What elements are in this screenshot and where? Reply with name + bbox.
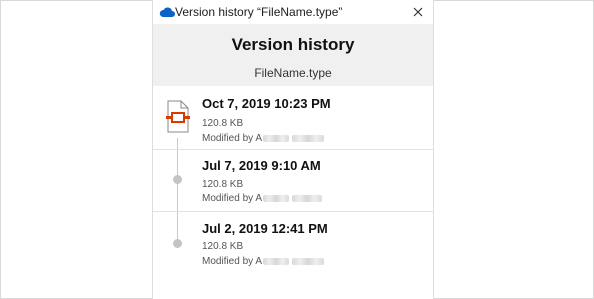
close-button[interactable]	[408, 2, 428, 22]
page-title: Version history	[231, 35, 355, 54]
timeline-dot-icon	[173, 239, 182, 248]
version-item[interactable]: Jul 2, 2019 12:41 PM 120.8 KB Modified b…	[153, 221, 433, 273]
version-size: 120.8 KB	[202, 179, 244, 190]
header-panel: Version history FileName.type	[153, 24, 433, 86]
divider	[153, 211, 433, 212]
version-item[interactable]: Jul 7, 2019 9:10 AM 120.8 KB Modified by…	[153, 158, 433, 210]
title-bar: Version history “FileName.type”	[153, 0, 433, 24]
version-size: 120.8 KB	[202, 241, 244, 252]
onedrive-cloud-icon	[159, 7, 175, 18]
close-icon	[413, 7, 423, 17]
modified-by-label: Modified by A	[202, 133, 263, 144]
version-item[interactable]: Oct 7, 2019 10:23 PM 120.8 KB Modified b…	[153, 96, 433, 150]
version-date: Oct 7, 2019 10:23 PM	[202, 96, 331, 111]
redacted-name	[263, 194, 290, 202]
version-date: Jul 7, 2019 9:10 AM	[202, 158, 321, 173]
version-size: 120.8 KB	[202, 118, 244, 129]
version-modified-by: Modified by A	[202, 133, 324, 144]
version-modified-by: Modified by A	[202, 256, 324, 267]
redacted-name	[291, 257, 324, 265]
window-title: Version history “FileName.type”	[175, 5, 343, 19]
divider	[153, 149, 433, 150]
version-modified-by: Modified by A	[202, 193, 322, 204]
modified-by-label: Modified by A	[202, 193, 263, 204]
file-icon	[166, 100, 190, 133]
timeline-dot-icon	[173, 175, 182, 184]
modified-by-label: Modified by A	[202, 256, 263, 267]
redacted-name	[263, 257, 290, 265]
redacted-name	[263, 134, 290, 142]
version-history-window: Version history “FileName.type” Version …	[152, 0, 434, 299]
redacted-name	[291, 194, 322, 202]
version-date: Jul 2, 2019 12:41 PM	[202, 221, 328, 236]
file-name: FileName.type	[254, 66, 332, 80]
redacted-name	[291, 134, 324, 142]
